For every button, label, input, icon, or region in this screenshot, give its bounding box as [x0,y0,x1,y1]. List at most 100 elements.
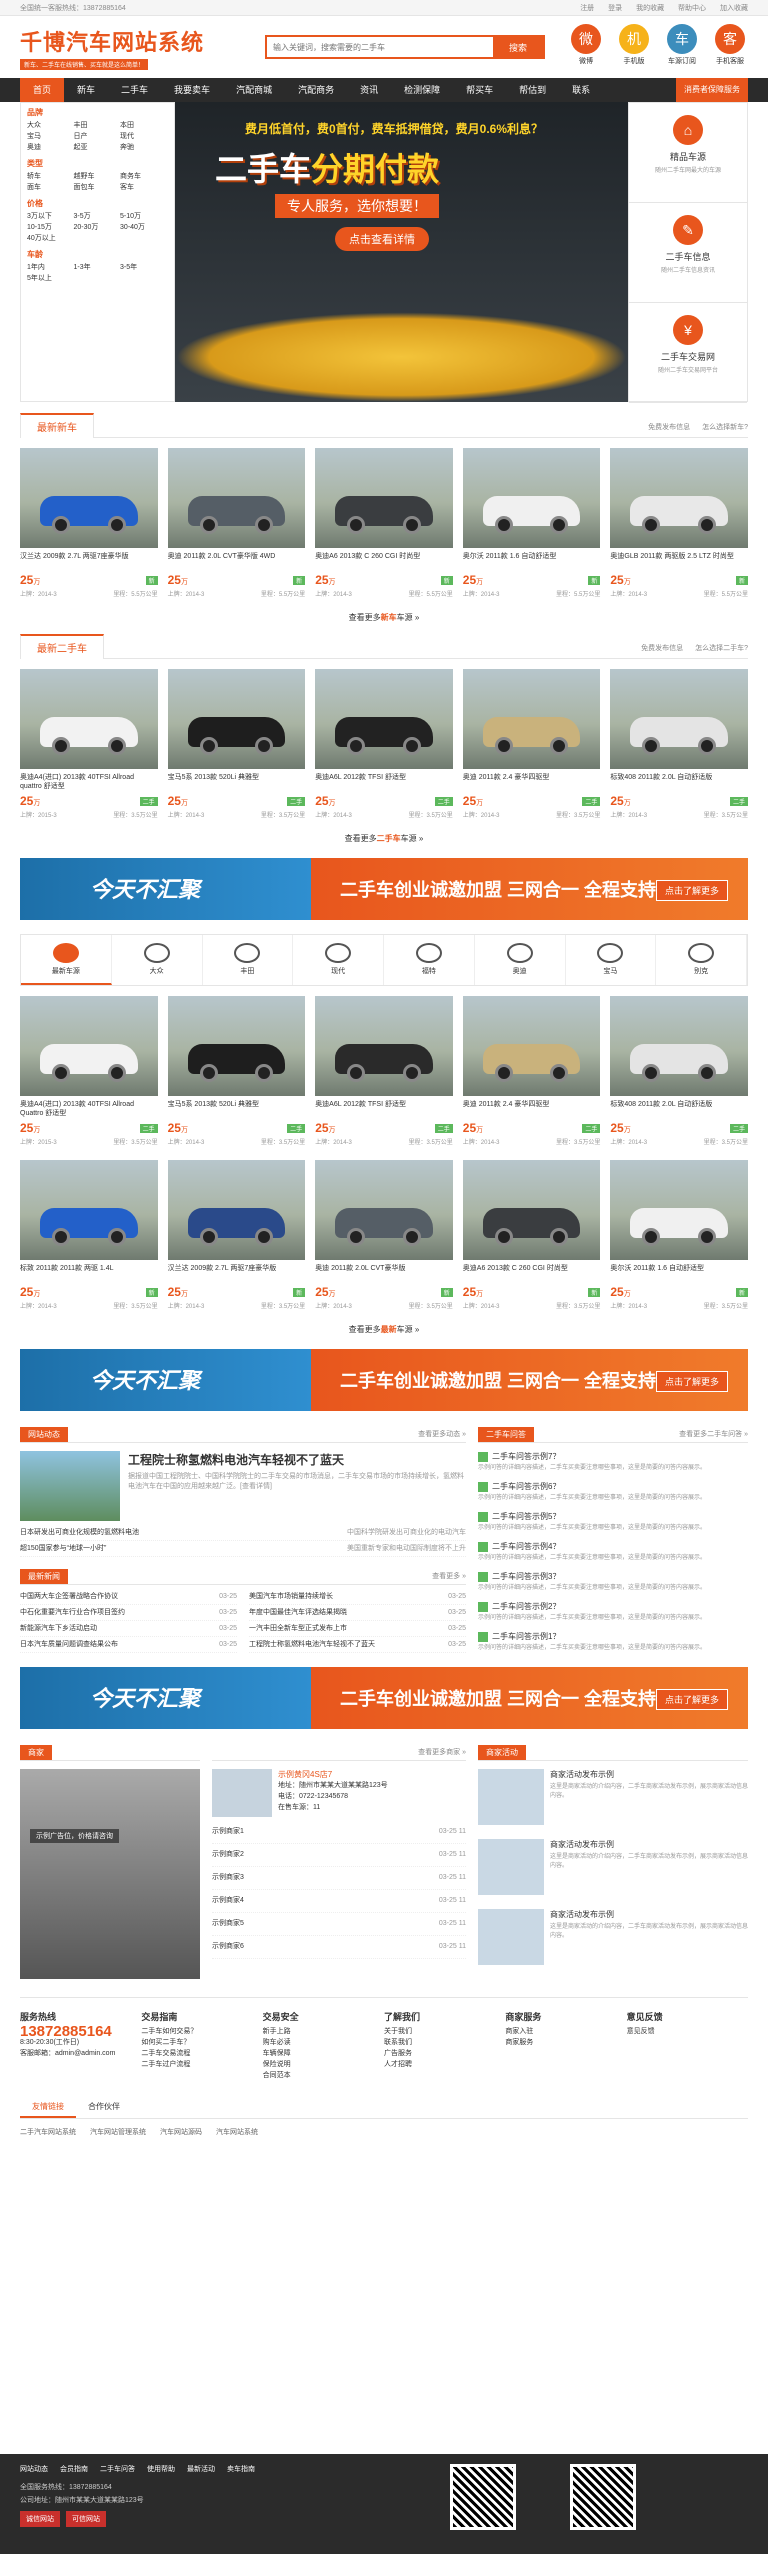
bottom-link[interactable]: 使用帮助 [147,2466,175,2473]
car-card[interactable]: 奥迪 2011款 2.4 豪华四驱型 25万 二手 上牌：2014-3 里程：3.5万公… [462,996,601,1146]
nav-item[interactable]: 汽配商务 [285,78,347,102]
shop-item[interactable]: 示例商家6 03-25 11 [212,1936,466,1959]
car-image[interactable] [20,448,158,548]
car-card[interactable]: 奥迪A6 2013款 C 260 CGI 时尚型 25万 新上牌：2014-3 里程：… [462,1160,601,1310]
feature-box[interactable]: ⌂ 精品车源 随州二手车网最大的车源 [629,103,747,203]
friend-link[interactable]: 汽车网站源码 [160,2129,202,2136]
filter-option[interactable]: 10-15万 [27,222,74,233]
footer-link[interactable]: 广告服务 [384,2048,505,2059]
tab-new-cars[interactable]: 最新新车 [20,413,94,438]
favorites-link[interactable]: 我的收藏 [636,5,664,12]
publish-link[interactable]: 免费发布信息 [648,424,690,431]
filter-option[interactable]: 日产 [74,131,121,142]
shop-item-name[interactable]: 示例商家2 [212,1844,244,1866]
nav-item[interactable]: 检测保障 [391,78,453,102]
header-icon-item[interactable]: 机手机版 [616,24,652,66]
car-card[interactable]: 标致 2011款 2011款 两驱 1.4L 25万 新上牌：2014-3 里程：3.… [20,1160,158,1310]
footer-link[interactable]: 二手车如何交易？ [141,2026,262,2037]
ad-button[interactable]: 点击了解更多 [655,1689,728,1710]
headline-news[interactable]: 工程院士称氢燃料电池汽车轻视不了蓝天 据报道中国工程院院士、中国科学院院士的二手… [20,1451,466,1521]
filter-option[interactable]: 20-30万 [74,222,121,233]
car-name[interactable]: 奥迪 2011款 2.4 豪华四驱型 [463,773,601,791]
car-image[interactable] [610,996,748,1096]
qa-more-link[interactable]: 查看更多二手车问答 » [679,1429,748,1442]
hot-title[interactable]: 日本汽车质量问题调查结果公布 [20,1637,118,1652]
activity-title[interactable]: 商家活动发布示例 [550,1839,748,1850]
bookmark-link[interactable]: 加入收藏 [720,5,748,12]
hot-item[interactable]: 中国两大车企签署战略合作协议 03-25 [20,1589,237,1605]
ad-button[interactable]: 点击了解更多 [655,880,728,901]
hot-item[interactable]: 日本汽车质量问题调查结果公布 03-25 [20,1637,237,1653]
brand-tab[interactable]: 别克 [656,935,747,985]
guide-link[interactable]: 怎么选择二手车? [695,645,748,652]
activity-item[interactable]: 商家活动发布示例 这里是商家活动的介绍内容，二手车商家活动发布示例，展示商家活动信… [478,1839,748,1901]
car-name[interactable]: 奥迪A4(进口) 2013款 40TFSI Allroad quattro 舒适… [20,773,158,791]
qa-item[interactable]: 二手车问答示例5？ 示例问答的详细内容描述，二手车买卖要注意哪些事项，这里是简要的… [478,1511,748,1533]
shop-item[interactable]: 示例商家1 03-25 11 [212,1821,466,1844]
bottom-link[interactable]: 二手车问答 [100,2466,135,2473]
car-image[interactable] [462,669,601,769]
news-more-link[interactable]: 查看更多动态 » [418,1429,466,1442]
nav-item[interactable]: 我要卖车 [161,78,223,102]
filter-option[interactable]: 奔驰 [120,142,167,153]
more-new-cars[interactable]: 查看更多新车车源 » [20,612,748,623]
bottom-link[interactable]: 网站动态 [20,2466,48,2473]
header-icon-item[interactable]: 车车源订阅 [664,24,700,66]
footer-link[interactable]: 商家服务 [505,2037,626,2048]
nav-item[interactable]: 二手车 [108,78,161,102]
car-card[interactable]: 汉兰达 2009款 2.7L 两驱7座豪华版 25万 新上牌：2014-3 里程：3.… [167,1160,306,1310]
car-image[interactable] [610,448,748,548]
filter-option[interactable]: 30-40万 [120,222,167,233]
footer-link[interactable]: 合同范本 [263,2070,384,2081]
car-name[interactable]: 奥尔沃 2011款 1.6 自动舒适型 [463,552,601,570]
footer-link[interactable]: 二手车过户流程 [141,2059,262,2070]
footer-link[interactable]: 新手上路 [263,2026,384,2037]
shop-item[interactable]: 示例商家3 03-25 11 [212,1867,466,1890]
search-input[interactable] [267,37,493,57]
car-card[interactable]: 标致408 2011款 2.0L 自动舒适版 25万 二手 上牌：2014-3 里程：3… [610,996,748,1146]
trust-badge[interactable]: 诚信网站 [20,2511,60,2527]
car-card[interactable]: 奥迪A6L 2012款 TFSI 舒适型 25万 二手 上牌：2014-3 里程：3.5… [315,669,453,819]
car-name[interactable]: 标致408 2011款 2.0L 自动舒适版 [610,1100,748,1118]
footer-link[interactable]: 人才招聘 [384,2059,505,2070]
filter-option[interactable]: 起亚 [74,142,121,153]
hero-cta-button[interactable]: 点击查看详情 [335,227,429,251]
shop-item-name[interactable]: 示例商家1 [212,1821,244,1843]
shop-item-name[interactable]: 示例商家4 [212,1890,244,1912]
hot-more-link[interactable]: 查看更多 » [432,1571,466,1584]
tab-friend-links[interactable]: 友情链接 [20,2097,76,2118]
tab-hot[interactable]: 最新新闻 [20,1569,68,1584]
car-card[interactable]: 汉兰达 2009款 2.7L 两驱7座豪华版 25万 新上牌：2014-3 里程：5.… [20,448,158,598]
car-name[interactable]: 奥迪A6 2013款 C 260 CGI 时尚型 [463,1264,601,1282]
hot-item[interactable]: 一汽丰田全新车型正式发布上市 03-25 [249,1621,466,1637]
friend-link[interactable]: 二手汽车网站系统 [20,2129,76,2136]
car-image[interactable] [462,448,601,548]
news-title[interactable]: 超150国家参与“地球一小时” [20,1541,106,1556]
footer-link[interactable]: 二手车交易流程 [141,2048,262,2059]
footer-link[interactable]: 联系我们 [384,2037,505,2048]
franchise-ad-banner[interactable]: 今天不汇聚 二手车创业诚邀加盟 三网合一 全程支持 点击了解更多 [20,1349,748,1411]
car-image[interactable] [20,669,158,769]
car-card[interactable]: 奥迪 2011款 2.4 豪华四驱型 25万 二手 上牌：2014-3 里程：3.5万公… [462,669,601,819]
car-image[interactable] [167,669,306,769]
activity-title[interactable]: 商家活动发布示例 [550,1909,748,1920]
nav-item[interactable]: 汽配商城 [223,78,285,102]
car-name[interactable]: 奥迪A6L 2012款 TFSI 舒适型 [315,1100,453,1118]
footer-link[interactable]: 关于我们 [384,2026,505,2037]
footer-link[interactable]: 如何买二手车？ [141,2037,262,2048]
trust-badge[interactable]: 可信网站 [66,2511,106,2527]
shop-item-name[interactable]: 示例商家6 [212,1936,244,1958]
brand-tab[interactable]: 奥迪 [475,935,566,985]
car-card[interactable]: 奥迪A4(进口) 2013款 40TFSI Allroad Quattro 舒适… [20,996,158,1146]
filter-option[interactable]: 商务车 [120,171,167,182]
tab-partners[interactable]: 合作伙伴 [76,2097,132,2118]
more-used-cars[interactable]: 查看更多二手车车源 » [20,833,748,844]
qa-item[interactable]: 二手车问答示例7？ 示例问答的详细内容描述，二手车买卖要注意哪些事项，这里是简要的… [478,1451,748,1473]
feature-box[interactable]: ¥ 二手车交易网 随州二手车交易网平台 [629,303,747,403]
tab-merchant[interactable]: 商家 [20,1745,52,1760]
feature-box[interactable]: ✎ 二手车信息 随州二手车信息资讯 [629,203,747,303]
footer-link[interactable]: 意见反馈 [627,2026,748,2037]
brand-tab[interactable]: 宝马 [566,935,657,985]
filter-option[interactable]: 奥迪 [27,142,74,153]
footer-link[interactable]: 购车必读 [263,2037,384,2048]
